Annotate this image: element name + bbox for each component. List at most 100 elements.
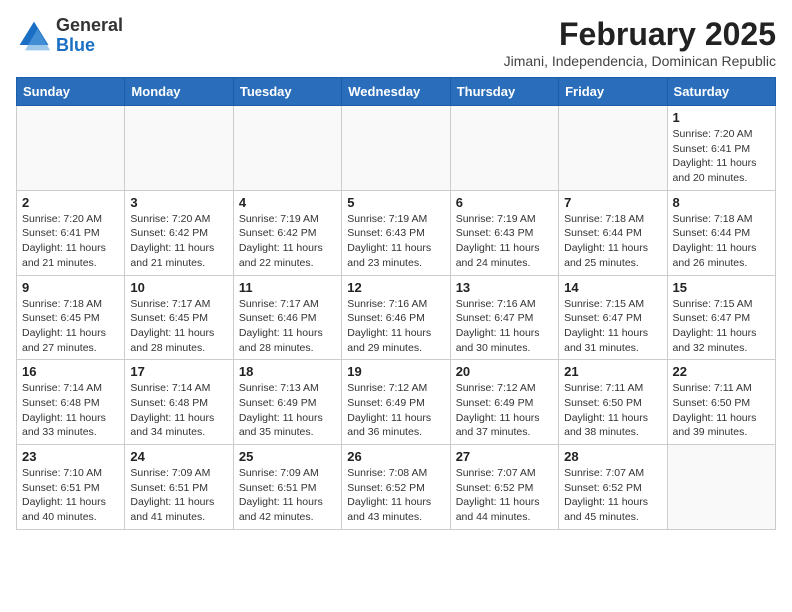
header-day-friday: Friday bbox=[559, 78, 667, 106]
day-info: Sunrise: 7:20 AM Sunset: 6:42 PM Dayligh… bbox=[130, 212, 227, 271]
calendar-week-2: 2Sunrise: 7:20 AM Sunset: 6:41 PM Daylig… bbox=[17, 190, 776, 275]
day-number: 23 bbox=[22, 449, 119, 464]
header-day-wednesday: Wednesday bbox=[342, 78, 450, 106]
subtitle: Jimani, Independencia, Dominican Republi… bbox=[504, 53, 776, 69]
day-info: Sunrise: 7:12 AM Sunset: 6:49 PM Dayligh… bbox=[347, 381, 444, 440]
header-day-monday: Monday bbox=[125, 78, 233, 106]
calendar-cell: 4 Sunrise: 7:19 AM Sunset: 6:42 PM Daylig… bbox=[233, 190, 341, 275]
day-info: Sunrise: 7:20 AM Sunset: 6:41 PM Dayligh… bbox=[22, 212, 119, 271]
day-number: 11 bbox=[239, 280, 336, 295]
day-number: 4 bbox=[239, 195, 336, 210]
day-number: 16 bbox=[22, 364, 119, 379]
calendar-cell: 18 Sunrise: 7:13 AM Sunset: 6:49 PM Dayli… bbox=[233, 360, 341, 445]
calendar-cell bbox=[667, 445, 775, 530]
day-info: Sunrise: 7:09 AM Sunset: 6:51 PM Dayligh… bbox=[130, 466, 227, 525]
day-number: 7 bbox=[564, 195, 661, 210]
calendar-cell: 17 Sunrise: 7:14 AM Sunset: 6:48 PM Dayli… bbox=[125, 360, 233, 445]
month-title: February 2025 bbox=[504, 16, 776, 53]
calendar-cell: 7 Sunrise: 7:18 AM Sunset: 6:44 PM Daylig… bbox=[559, 190, 667, 275]
calendar-cell: 20 Sunrise: 7:12 AM Sunset: 6:49 PM Dayli… bbox=[450, 360, 558, 445]
calendar-week-4: 16 Sunrise: 7:14 AM Sunset: 6:48 PM Dayli… bbox=[17, 360, 776, 445]
calendar-cell: 9 Sunrise: 7:18 AM Sunset: 6:45 PM Daylig… bbox=[17, 275, 125, 360]
day-info: Sunrise: 7:20 AM Sunset: 6:41 PM Dayligh… bbox=[673, 127, 770, 186]
calendar-cell bbox=[559, 106, 667, 191]
day-info: Sunrise: 7:12 AM Sunset: 6:49 PM Dayligh… bbox=[456, 381, 553, 440]
day-info: Sunrise: 7:10 AM Sunset: 6:51 PM Dayligh… bbox=[22, 466, 119, 525]
calendar-cell bbox=[125, 106, 233, 191]
day-info: Sunrise: 7:16 AM Sunset: 6:47 PM Dayligh… bbox=[456, 297, 553, 356]
day-number: 28 bbox=[564, 449, 661, 464]
calendar-cell: 3 Sunrise: 7:20 AM Sunset: 6:42 PM Daylig… bbox=[125, 190, 233, 275]
calendar-cell: 21 Sunrise: 7:11 AM Sunset: 6:50 PM Dayli… bbox=[559, 360, 667, 445]
calendar-cell: 19 Sunrise: 7:12 AM Sunset: 6:49 PM Dayli… bbox=[342, 360, 450, 445]
calendar-table: SundayMondayTuesdayWednesdayThursdayFrid… bbox=[16, 77, 776, 530]
day-info: Sunrise: 7:15 AM Sunset: 6:47 PM Dayligh… bbox=[673, 297, 770, 356]
day-number: 26 bbox=[347, 449, 444, 464]
day-number: 21 bbox=[564, 364, 661, 379]
day-number: 9 bbox=[22, 280, 119, 295]
calendar-cell bbox=[17, 106, 125, 191]
calendar-cell: 15 Sunrise: 7:15 AM Sunset: 6:47 PM Dayli… bbox=[667, 275, 775, 360]
day-number: 10 bbox=[130, 280, 227, 295]
calendar-header: SundayMondayTuesdayWednesdayThursdayFrid… bbox=[17, 78, 776, 106]
header-row: SundayMondayTuesdayWednesdayThursdayFrid… bbox=[17, 78, 776, 106]
logo-blue-text: Blue bbox=[56, 36, 123, 56]
day-info: Sunrise: 7:18 AM Sunset: 6:44 PM Dayligh… bbox=[564, 212, 661, 271]
calendar-week-3: 9 Sunrise: 7:18 AM Sunset: 6:45 PM Daylig… bbox=[17, 275, 776, 360]
day-number: 24 bbox=[130, 449, 227, 464]
day-info: Sunrise: 7:19 AM Sunset: 6:43 PM Dayligh… bbox=[347, 212, 444, 271]
day-number: 14 bbox=[564, 280, 661, 295]
day-info: Sunrise: 7:08 AM Sunset: 6:52 PM Dayligh… bbox=[347, 466, 444, 525]
calendar-cell: 14 Sunrise: 7:15 AM Sunset: 6:47 PM Dayli… bbox=[559, 275, 667, 360]
day-number: 20 bbox=[456, 364, 553, 379]
logo: General Blue bbox=[16, 16, 123, 56]
header: General Blue February 2025 Jimani, Indep… bbox=[16, 16, 776, 69]
logo-icon bbox=[16, 18, 52, 54]
day-number: 15 bbox=[673, 280, 770, 295]
day-info: Sunrise: 7:11 AM Sunset: 6:50 PM Dayligh… bbox=[564, 381, 661, 440]
header-day-saturday: Saturday bbox=[667, 78, 775, 106]
day-info: Sunrise: 7:16 AM Sunset: 6:46 PM Dayligh… bbox=[347, 297, 444, 356]
day-number: 22 bbox=[673, 364, 770, 379]
calendar-week-1: 1 Sunrise: 7:20 AM Sunset: 6:41 PM Daylig… bbox=[17, 106, 776, 191]
day-number: 27 bbox=[456, 449, 553, 464]
calendar-cell: 16 Sunrise: 7:14 AM Sunset: 6:48 PM Dayli… bbox=[17, 360, 125, 445]
day-info: Sunrise: 7:13 AM Sunset: 6:49 PM Dayligh… bbox=[239, 381, 336, 440]
calendar-cell bbox=[233, 106, 341, 191]
day-info: Sunrise: 7:09 AM Sunset: 6:51 PM Dayligh… bbox=[239, 466, 336, 525]
day-info: Sunrise: 7:18 AM Sunset: 6:44 PM Dayligh… bbox=[673, 212, 770, 271]
calendar-cell: 27Sunrise: 7:07 AM Sunset: 6:52 PM Dayli… bbox=[450, 445, 558, 530]
day-number: 13 bbox=[456, 280, 553, 295]
calendar-cell: 8Sunrise: 7:18 AM Sunset: 6:44 PM Daylig… bbox=[667, 190, 775, 275]
day-number: 6 bbox=[456, 195, 553, 210]
day-number: 19 bbox=[347, 364, 444, 379]
calendar-body: 1 Sunrise: 7:20 AM Sunset: 6:41 PM Daylig… bbox=[17, 106, 776, 530]
calendar-cell: 24 Sunrise: 7:09 AM Sunset: 6:51 PM Dayli… bbox=[125, 445, 233, 530]
day-info: Sunrise: 7:19 AM Sunset: 6:42 PM Dayligh… bbox=[239, 212, 336, 271]
calendar-cell: 23 Sunrise: 7:10 AM Sunset: 6:51 PM Dayli… bbox=[17, 445, 125, 530]
day-number: 25 bbox=[239, 449, 336, 464]
day-number: 18 bbox=[239, 364, 336, 379]
day-info: Sunrise: 7:11 AM Sunset: 6:50 PM Dayligh… bbox=[673, 381, 770, 440]
calendar-cell: 25 Sunrise: 7:09 AM Sunset: 6:51 PM Dayli… bbox=[233, 445, 341, 530]
day-info: Sunrise: 7:07 AM Sunset: 6:52 PM Dayligh… bbox=[564, 466, 661, 525]
logo-general-text: General bbox=[56, 16, 123, 36]
day-info: Sunrise: 7:19 AM Sunset: 6:43 PM Dayligh… bbox=[456, 212, 553, 271]
day-number: 3 bbox=[130, 195, 227, 210]
day-number: 5 bbox=[347, 195, 444, 210]
calendar-week-5: 23 Sunrise: 7:10 AM Sunset: 6:51 PM Dayli… bbox=[17, 445, 776, 530]
day-number: 12 bbox=[347, 280, 444, 295]
day-info: Sunrise: 7:14 AM Sunset: 6:48 PM Dayligh… bbox=[130, 381, 227, 440]
calendar-cell: 22 Sunrise: 7:11 AM Sunset: 6:50 PM Dayli… bbox=[667, 360, 775, 445]
calendar-cell: 2Sunrise: 7:20 AM Sunset: 6:41 PM Daylig… bbox=[17, 190, 125, 275]
day-number: 17 bbox=[130, 364, 227, 379]
day-info: Sunrise: 7:14 AM Sunset: 6:48 PM Dayligh… bbox=[22, 381, 119, 440]
day-number: 1 bbox=[673, 110, 770, 125]
calendar-cell: 13 Sunrise: 7:16 AM Sunset: 6:47 PM Dayli… bbox=[450, 275, 558, 360]
day-info: Sunrise: 7:18 AM Sunset: 6:45 PM Dayligh… bbox=[22, 297, 119, 356]
header-day-sunday: Sunday bbox=[17, 78, 125, 106]
day-info: Sunrise: 7:15 AM Sunset: 6:47 PM Dayligh… bbox=[564, 297, 661, 356]
header-day-thursday: Thursday bbox=[450, 78, 558, 106]
calendar-cell: 11Sunrise: 7:17 AM Sunset: 6:46 PM Dayli… bbox=[233, 275, 341, 360]
calendar-cell bbox=[342, 106, 450, 191]
